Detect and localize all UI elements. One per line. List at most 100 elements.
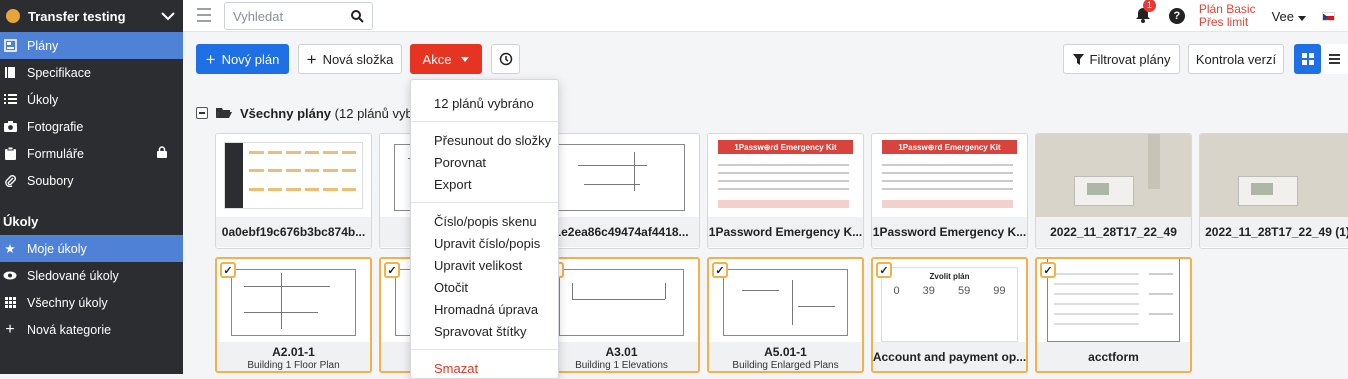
plan-limit: Přes limit xyxy=(1198,15,1249,29)
plan-thumbnail xyxy=(1036,134,1191,217)
menu-item-scan-number[interactable]: Číslo/popis skenu xyxy=(411,210,558,232)
plan-thumbnail xyxy=(545,259,698,342)
sidebar-item-label: Fotografie xyxy=(27,119,84,134)
plan-name: 0a0ebf19c676b3bc874b... xyxy=(216,217,371,247)
grid-view-button[interactable] xyxy=(1294,44,1321,74)
folder-name[interactable]: Všechny plány xyxy=(240,106,331,121)
search-input[interactable]: Vyhledat xyxy=(224,2,373,30)
help-icon[interactable]: ? xyxy=(1168,8,1185,24)
plan-name-block: A2.01-1 Building 1 Floor Plan xyxy=(217,342,370,371)
user-name: Vee xyxy=(1271,8,1294,24)
plan-card[interactable]: ✓ A2.01-1 Building 1 Floor Plan xyxy=(215,257,372,373)
sidebar-item-files[interactable]: Soubory xyxy=(0,167,183,194)
list-view-button[interactable] xyxy=(1321,44,1348,74)
menu-divider xyxy=(411,202,558,203)
pricing-price: 0 xyxy=(893,285,900,297)
menu-item-compare[interactable]: Porovnat xyxy=(411,151,558,173)
menu-item-rotate[interactable]: Otočit xyxy=(411,276,558,298)
paperclip-icon xyxy=(3,174,17,188)
op-banner: 1Passw⊕rd Emergency Kit xyxy=(718,140,853,154)
new-plan-button[interactable]: + Nový plán xyxy=(196,44,289,74)
new-plan-label: Nový plán xyxy=(221,51,280,67)
sidebar-item-specs[interactable]: Specifikace xyxy=(0,59,183,86)
sidebar-item-label: Soubory xyxy=(27,173,74,188)
plan-card[interactable]: ✓ A3.01 Building 1 Elevations xyxy=(543,257,700,373)
actions-button[interactable]: Akce xyxy=(410,44,482,74)
menu-item-edit-number[interactable]: Upravit číslo/popis xyxy=(411,232,558,254)
plan-name: 1Password Emergency K... xyxy=(708,217,863,247)
search-icon[interactable] xyxy=(351,9,364,23)
notifications-button[interactable]: 1 xyxy=(1135,0,1156,26)
hamburger-icon[interactable] xyxy=(197,8,211,26)
plan-name: 2022_11_28T17_22_49 xyxy=(1036,217,1191,247)
plan-card[interactable]: ✓ acctform xyxy=(1035,257,1192,373)
czech-flag-icon[interactable] xyxy=(1322,11,1335,21)
star-icon: ★ xyxy=(4,242,16,256)
plan-thumbnail xyxy=(544,134,699,217)
menu-item-delete[interactable]: Smazat xyxy=(411,357,558,379)
menu-item-export[interactable]: Export xyxy=(411,173,558,195)
menu-item-edit-size[interactable]: Upravit velikost xyxy=(411,254,558,276)
clipboard-icon xyxy=(3,147,17,161)
plan-card[interactable]: 2022_11_28T17_22_49 (1) xyxy=(1199,133,1348,249)
filter-label: Filtrovat plány xyxy=(1089,51,1171,67)
selected-checkbox[interactable]: ✓ xyxy=(384,262,400,278)
workspace-logo xyxy=(6,9,20,23)
new-folder-label: Nová složka xyxy=(322,51,394,67)
plan-card[interactable]: ✓ A5.01-1 Building Enlarged Plans xyxy=(707,257,864,373)
version-check-button[interactable]: Kontrola verzí xyxy=(1188,44,1284,74)
sidebar-item-label: Specifikace xyxy=(27,65,91,80)
sidebar-item-forms[interactable]: Formuláře xyxy=(0,140,183,167)
menu-item-manage-tags[interactable]: Spravovat štítky xyxy=(411,320,558,342)
plan-card[interactable]: 1Passw⊕rd Emergency Kit 1Password Emerge… xyxy=(871,133,1028,249)
plan-thumbnail: 1Passw⊕rd Emergency Kit xyxy=(708,134,863,217)
workspace-switcher[interactable]: Transfer testing xyxy=(0,0,183,32)
list-icon xyxy=(3,93,17,107)
sidebar-item-photos[interactable]: Fotografie xyxy=(0,113,183,140)
plan-card[interactable]: 1e2ea86c49474af4418... xyxy=(543,133,700,249)
selected-checkbox[interactable]: ✓ xyxy=(1040,262,1056,278)
notification-badge: 1 xyxy=(1142,0,1156,12)
folder-open-icon xyxy=(216,108,232,118)
breadcrumb: Všechny plány (12 plánů vybráno / xyxy=(196,104,446,122)
menu-divider xyxy=(411,121,558,122)
sidebar-item-label: Formuláře xyxy=(27,146,84,161)
plan-card[interactable]: 1Passw⊕rd Emergency Kit 1Password Emerge… xyxy=(707,133,864,249)
user-menu[interactable]: Vee xyxy=(1272,9,1306,24)
sidebar-item-all-tasks[interactable]: Všechny úkoly xyxy=(0,289,183,316)
eye-icon xyxy=(3,269,17,283)
history-button[interactable] xyxy=(491,44,520,74)
plus-icon: + xyxy=(306,49,317,69)
lock-icon xyxy=(157,146,167,161)
pricing-price: 39 xyxy=(922,285,935,297)
list-view-icon xyxy=(1329,52,1340,66)
selected-checkbox[interactable]: ✓ xyxy=(220,262,236,278)
sidebar-item-new-category[interactable]: + Nová kategorie xyxy=(0,316,183,343)
sidebar-item-my-tasks[interactable]: ★ Moje úkoly xyxy=(0,235,183,262)
sidebar-item-watched-tasks[interactable]: Sledované úkoly xyxy=(0,262,183,289)
plan-status[interactable]: Plán Basic Přes limit xyxy=(1199,3,1256,29)
plan-name: Account and payment op... xyxy=(873,342,1026,371)
menu-item-bulk-edit[interactable]: Hromadná úprava xyxy=(411,298,558,320)
workspace-name: Transfer testing xyxy=(28,8,126,24)
plan-card[interactable]: ✓ Zvolit plán 0 39 59 99 Account and payment… xyxy=(871,257,1028,373)
menu-item-move-to-folder[interactable]: Přesunout do složky xyxy=(411,129,558,151)
plan-name: 1e2ea86c49474af4418... xyxy=(544,217,699,247)
chevron-down-icon[interactable] xyxy=(161,11,175,21)
plan-name-block: A3.01 Building 1 Elevations xyxy=(545,342,698,371)
selected-checkbox[interactable]: ✓ xyxy=(876,262,892,278)
new-folder-button[interactable]: + Nová složka xyxy=(298,44,402,74)
plan-card[interactable]: 2022_11_28T17_22_49 xyxy=(1035,133,1192,249)
sidebar: Transfer testing Plány Specifikace Úkoly… xyxy=(0,0,183,374)
book-icon xyxy=(3,66,17,80)
sidebar-item-tasks[interactable]: Úkoly xyxy=(0,86,183,113)
plan-card[interactable]: 0a0ebf19c676b3bc874b... xyxy=(215,133,372,249)
sidebar-item-plans[interactable]: Plány xyxy=(0,32,183,59)
plan-description: Building Enlarged Plans xyxy=(732,359,839,371)
filter-icon xyxy=(1072,53,1084,65)
sidebar-item-label: Moje úkoly xyxy=(27,241,87,256)
selected-checkbox[interactable]: ✓ xyxy=(712,262,728,278)
plan-thumbnail xyxy=(709,259,862,342)
collapse-toggle[interactable] xyxy=(196,107,208,119)
filter-plans-button[interactable]: Filtrovat plány xyxy=(1063,44,1180,74)
